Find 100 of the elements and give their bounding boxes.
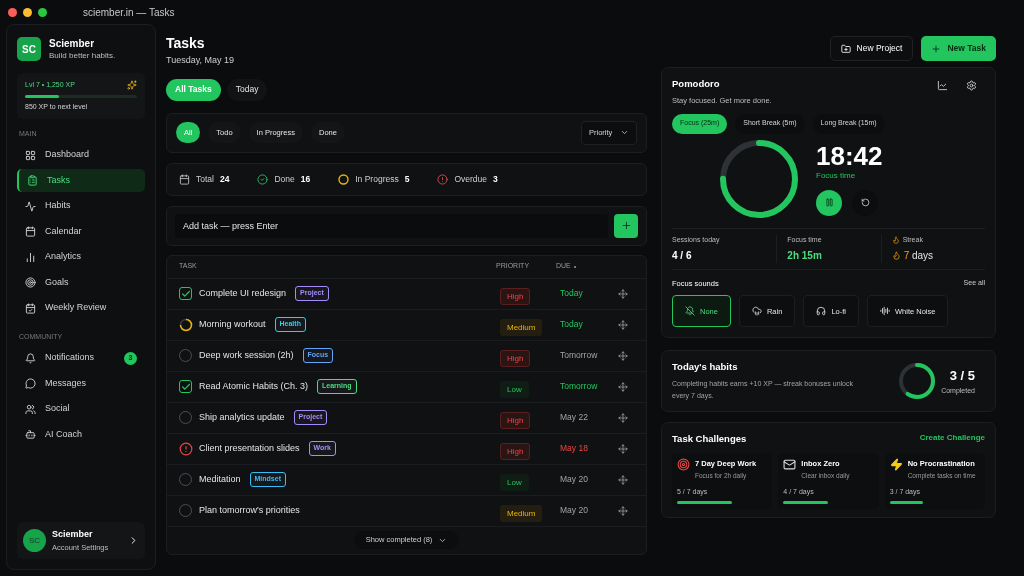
task-row[interactable]: Plan tomorrow's priorities Medium May 20 — [167, 494, 646, 526]
timer-caption: Focus time — [816, 169, 857, 182]
sparkles-icon — [127, 80, 137, 91]
view-tab[interactable]: Today — [226, 78, 268, 101]
reset-icon — [860, 198, 870, 207]
task-title: Read Atomic Habits (Ch. 3) — [199, 379, 309, 393]
task-title: Morning workout — [199, 317, 266, 331]
task-title: Ship analytics update — [199, 410, 285, 424]
nav-item[interactable]: Dashboard — [17, 143, 145, 167]
due-date: May 20 — [560, 473, 589, 486]
add-task-field[interactable]: Add task — press Enter — [175, 213, 608, 238]
new-project-button[interactable]: New Project — [829, 36, 914, 61]
nav-item[interactable]: Tasks — [17, 169, 145, 192]
users-icon — [25, 403, 36, 415]
nav-item[interactable]: Calendar — [17, 220, 145, 243]
drag-handle-icon[interactable] — [618, 319, 628, 330]
stat-value: 16 — [300, 172, 311, 186]
drag-handle-icon[interactable] — [618, 288, 628, 299]
add-button[interactable] — [614, 213, 638, 238]
plus-icon — [620, 220, 632, 231]
priority-badge: Low — [500, 473, 529, 491]
stat-value: 3 — [493, 172, 498, 186]
nav-item[interactable]: Habits — [17, 194, 145, 218]
due-date: Tomorrow — [560, 349, 599, 362]
priority-badge: High — [500, 442, 531, 460]
nav-item[interactable]: Analytics — [17, 245, 145, 269]
nav-item[interactable]: Goals — [17, 271, 145, 294]
robot-icon — [25, 429, 36, 440]
priority-badge: High — [500, 411, 531, 429]
chat-icon — [25, 378, 36, 389]
target-icon — [25, 277, 36, 288]
stat-value: 2h 15m — [787, 249, 823, 263]
new-task-button[interactable]: New Task — [921, 36, 996, 61]
bell-icon — [25, 352, 36, 364]
priority-badge: High — [500, 287, 531, 305]
page-date: Tuesday, May 19 — [166, 54, 236, 67]
avatar: SC — [23, 529, 46, 553]
envelope-icon — [783, 457, 797, 471]
timer-readout: 18:42 — [816, 141, 883, 170]
plus-icon — [931, 43, 942, 54]
due-date: Tomorrow — [560, 380, 599, 393]
card-title: Task Challenges — [672, 432, 747, 447]
priority-badge: Medium — [500, 318, 543, 336]
lightning-icon — [889, 457, 903, 471]
due-date: May 20 — [560, 504, 589, 517]
headphones-icon — [816, 306, 827, 317]
stat-label: In Progress — [355, 172, 399, 186]
stat-value: 7 days — [903, 249, 934, 263]
progress-circle-icon[interactable] — [179, 317, 193, 332]
due-date: Today — [560, 287, 584, 300]
pause-button[interactable] — [816, 189, 842, 216]
due-date: May 22 — [560, 411, 589, 424]
stat-label: Overdue — [454, 172, 488, 186]
task-title: Deep work session (2h) — [199, 348, 294, 362]
chevron-down-icon — [620, 128, 629, 137]
card-title: Pomodoro — [672, 77, 721, 91]
card-title: Today's habits — [672, 360, 739, 375]
calendar-check-icon — [25, 302, 36, 314]
priority-badge: Medium — [500, 504, 543, 522]
brand-name: Sciember — [49, 37, 96, 50]
check-circle-icon — [257, 173, 269, 185]
logo: SC — [17, 37, 41, 61]
settings-icon[interactable] — [966, 80, 977, 91]
task-title: Meditation — [199, 472, 241, 486]
folder-icon — [840, 43, 851, 54]
clipboard-icon — [27, 175, 38, 186]
habits-count: 3 / 5 — [949, 367, 975, 386]
sound-wave-icon — [879, 306, 890, 317]
chart-icon[interactable] — [937, 80, 948, 91]
nav-item[interactable]: Social — [17, 397, 145, 421]
checked-checkbox[interactable] — [179, 287, 192, 300]
drag-handle-icon[interactable] — [618, 474, 628, 485]
nav-item[interactable]: Weekly Review — [17, 296, 145, 320]
pause-icon — [824, 198, 834, 207]
priority-badge: High — [500, 349, 531, 367]
task-title: Client presentation slides — [199, 441, 300, 455]
nav-item[interactable]: AI Coach — [17, 423, 145, 446]
dashboard-icon — [25, 149, 36, 161]
drag-handle-icon[interactable] — [618, 505, 628, 516]
create-challenge-link[interactable]: Create Challenge — [919, 432, 985, 447]
rain-cloud-icon — [751, 306, 762, 317]
calendar-icon — [25, 226, 36, 237]
account-name: Sciember — [52, 528, 94, 542]
drag-handle-icon[interactable] — [618, 350, 628, 361]
drag-handle-icon[interactable] — [618, 381, 628, 392]
alert-icon — [437, 173, 449, 185]
task-title: Plan tomorrow's priorities — [199, 503, 300, 517]
progress-circle-icon — [338, 173, 350, 185]
window-title: sciember.in — Tasks — [83, 5, 175, 20]
habits-ring — [899, 363, 936, 400]
checked-checkbox[interactable] — [179, 380, 192, 393]
drag-handle-icon[interactable] — [618, 443, 628, 454]
alert-icon[interactable] — [179, 441, 193, 456]
stat-label: Done — [274, 172, 295, 186]
reset-button[interactable] — [852, 189, 878, 216]
drag-handle-icon[interactable] — [618, 412, 628, 423]
bar-chart-icon — [25, 251, 36, 263]
nav-item[interactable]: Messages — [17, 372, 145, 395]
brand-tagline: Build better habits. — [49, 50, 116, 61]
due-date: May 18 — [560, 442, 589, 455]
